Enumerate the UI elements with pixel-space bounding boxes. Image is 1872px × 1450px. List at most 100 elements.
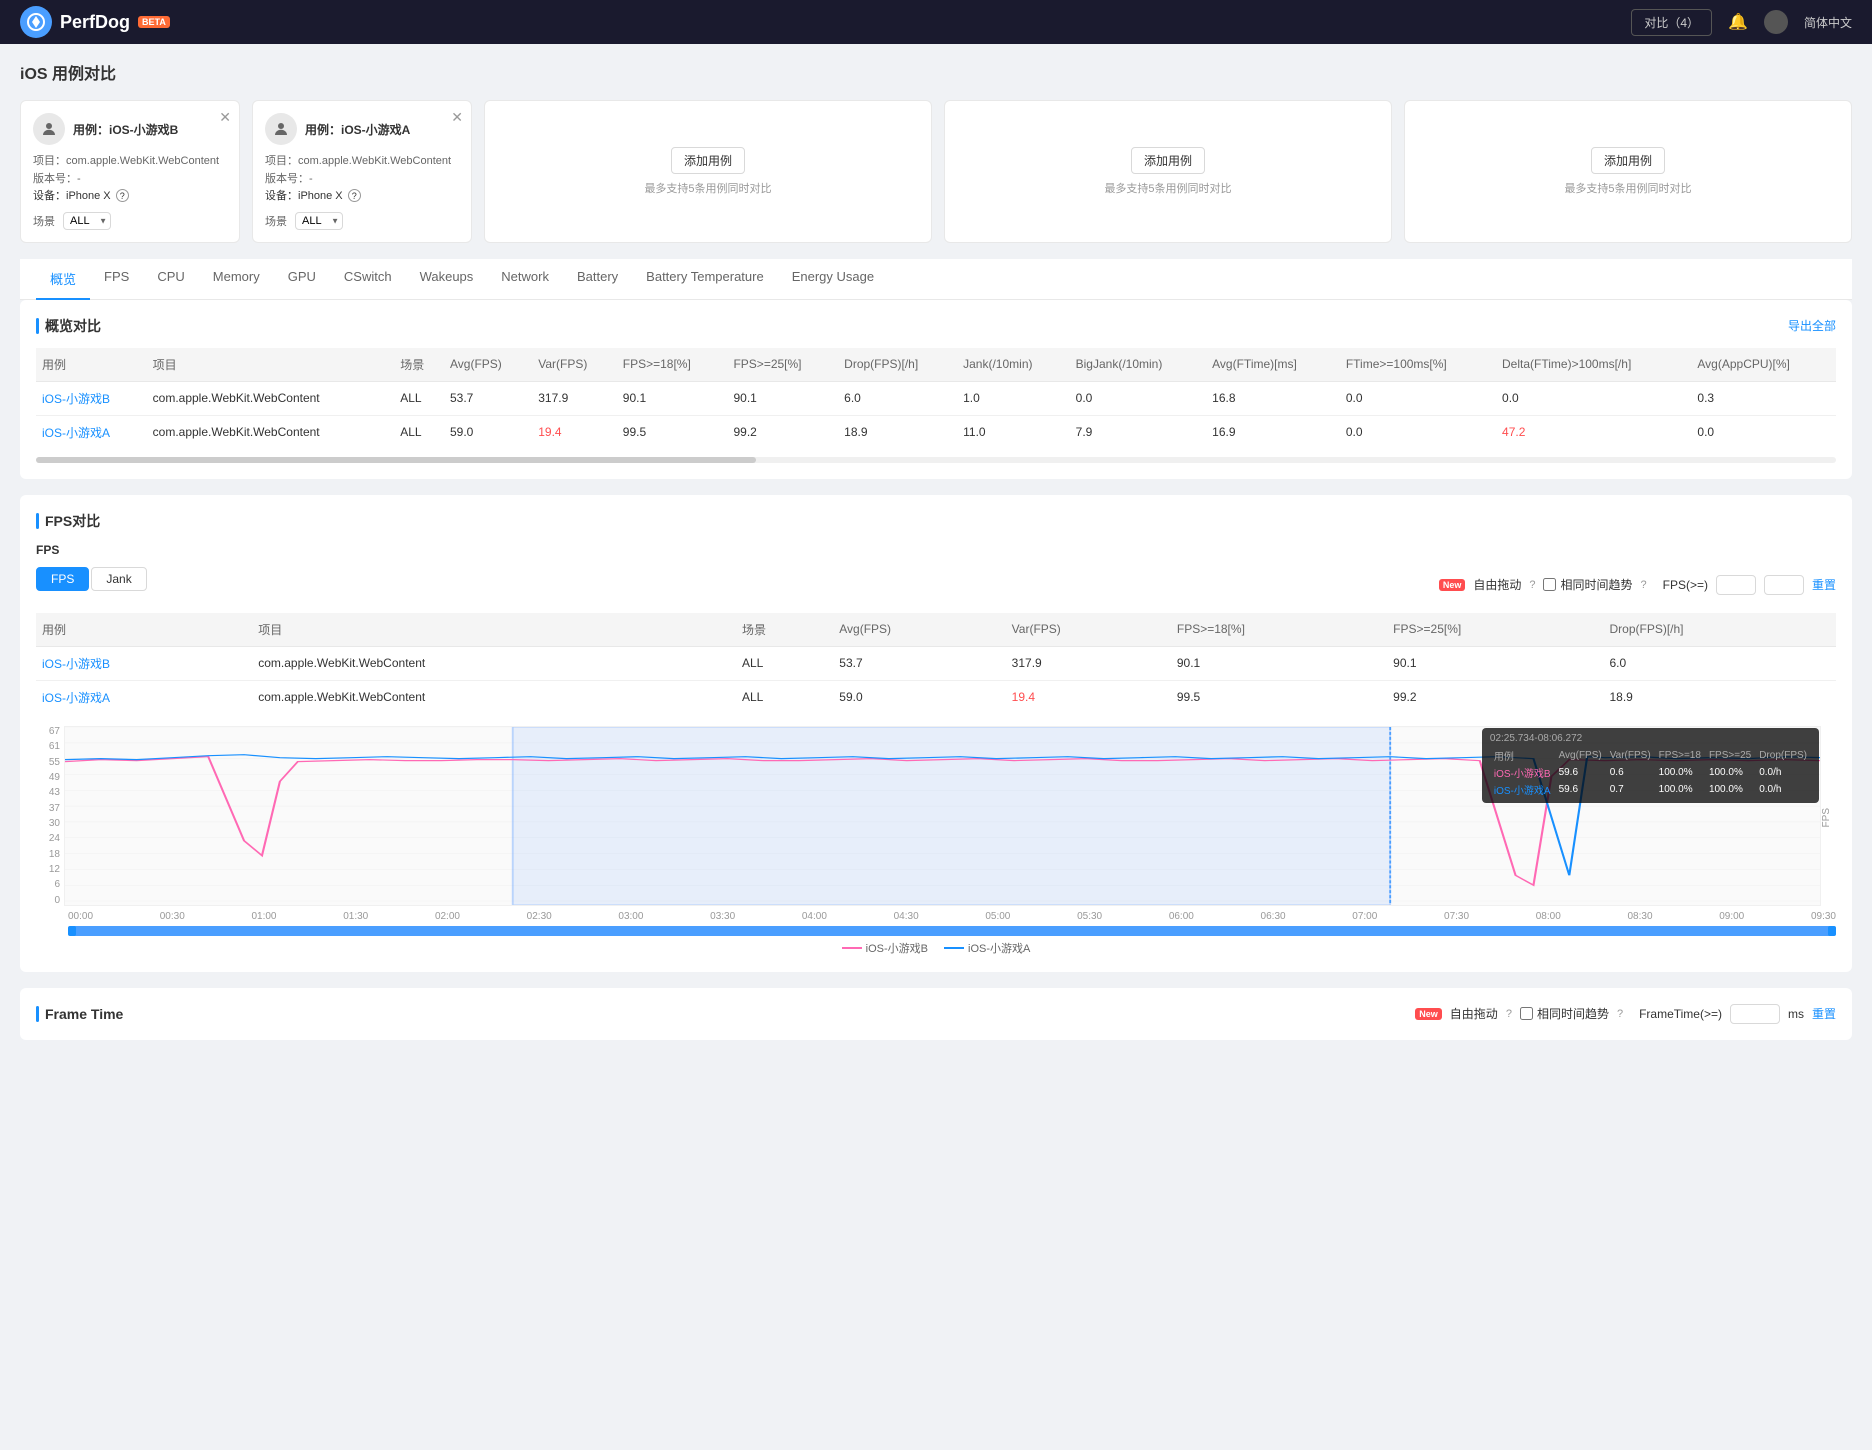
row2-jank: 11.0 (957, 415, 1070, 449)
tab-network[interactable]: Network (487, 259, 563, 300)
fps-section: FPS对比 FPS FPS Jank New 自由拖动 ? 相同时间趋势 ? F… (20, 495, 1852, 972)
scene-select-wrapper-2: ALL (295, 212, 343, 230)
frametime-free-drag-label[interactable]: 自由拖动 (1450, 1005, 1498, 1022)
card-header-1: 用例：iOS-小游戏B (33, 113, 227, 145)
th-fps18: FPS>=18[%] (617, 348, 728, 382)
overview-section-title: 概览对比 (36, 316, 101, 336)
row1-avg-fps: 53.7 (444, 381, 532, 415)
fps-row2-avg-fps: 59.0 (833, 680, 1005, 714)
add-usecase-card-1: 添加用例 最多支持5条用例同时对比 (484, 100, 932, 243)
compare-button[interactable]: 对比（4） (1631, 9, 1712, 36)
device-info-icon-1[interactable]: ? (116, 189, 129, 202)
th-bigjank: BigJank(/10min) (1070, 348, 1207, 382)
chart-svg-wrapper[interactable]: 02:25.734-08:06.272 用例 Avg(FPS) Var(FPS)… (64, 726, 1821, 909)
sub-tab-fps[interactable]: FPS (36, 567, 89, 591)
legend-color-a (944, 947, 964, 949)
device-info-icon-2[interactable]: ? (348, 189, 361, 202)
frametime-free-drag-help[interactable]: ? (1506, 1008, 1512, 1020)
x-axis: 00:00 00:30 01:00 01:30 02:00 02:30 03:0… (36, 911, 1836, 922)
fps-right-controls: New 自由拖动 ? 相同时间趋势 ? FPS(>=) 18 25 重置 (1439, 575, 1836, 595)
tab-cswitch[interactable]: CSwitch (330, 259, 406, 300)
close-card-2[interactable]: ✕ (451, 109, 463, 126)
y-axis-label: FPS (1821, 808, 1836, 827)
row1-scene: ALL (394, 381, 444, 415)
card-project-2: 项目：com.apple.WebKit.WebContent (265, 153, 459, 171)
row2-avg-ftime: 16.9 (1206, 415, 1340, 449)
new-badge: New (1439, 579, 1466, 591)
tab-battery-temp[interactable]: Battery Temperature (632, 259, 778, 300)
fps-row2-scene: ALL (736, 680, 833, 714)
card-icon-2 (265, 113, 297, 145)
frametime-sync-trend-checkbox[interactable] (1520, 1007, 1533, 1020)
fps-val2-input[interactable]: 25 (1764, 575, 1804, 595)
fps-row2-var-fps: 19.4 (1006, 680, 1171, 714)
card-header-2: 用例：iOS-小游戏A (265, 113, 459, 145)
add-usecase-card-2: 添加用例 最多支持5条用例同时对比 (944, 100, 1392, 243)
row1-delta-ftime: 0.0 (1496, 381, 1691, 415)
row1-usecase: iOS-小游戏B (36, 381, 147, 415)
scrollbar-right-handle[interactable] (1828, 926, 1836, 936)
row2-scene: ALL (394, 415, 444, 449)
fps-chart-container: 67 61 55 49 43 37 30 24 18 12 6 0 (36, 726, 1836, 956)
sub-tab-jank[interactable]: Jank (91, 567, 146, 591)
close-card-1[interactable]: ✕ (219, 109, 231, 126)
tab-memory[interactable]: Memory (199, 259, 274, 300)
sync-trend-checkbox-label[interactable]: 相同时间趋势 (1543, 576, 1632, 593)
th-avg-appcpu: Avg(AppCPU)[%] (1691, 348, 1836, 382)
bell-icon[interactable]: 🔔 (1728, 12, 1748, 32)
row1-project: com.apple.WebKit.WebContent (147, 381, 395, 415)
logo-icon (20, 6, 52, 38)
language-button[interactable]: 简体中文 (1804, 14, 1852, 31)
frametime-unit: ms (1788, 1007, 1804, 1021)
row2-project: com.apple.WebKit.WebContent (147, 415, 395, 449)
tab-wakeups[interactable]: Wakeups (406, 259, 488, 300)
add-usecase-card-3: 添加用例 最多支持5条用例同时对比 (1404, 100, 1852, 243)
scene-row-1: 场景 ALL (33, 212, 227, 230)
fps-row2-fps18: 99.5 (1171, 680, 1387, 714)
overview-row-1: iOS-小游戏B com.apple.WebKit.WebContent ALL… (36, 381, 1836, 415)
sync-trend-help[interactable]: ? (1641, 579, 1647, 591)
fps-row2-fps25: 99.2 (1387, 680, 1603, 714)
legend-label-b: iOS-小游戏B (866, 940, 928, 956)
scene-label-2: 场景 (265, 213, 287, 229)
fps-th-usecase: 用例 (36, 613, 252, 647)
fps-reset-button[interactable]: 重置 (1812, 576, 1836, 593)
add-usecase-hint-3: 最多支持5条用例同时对比 (1564, 180, 1691, 196)
tab-overview[interactable]: 概览 (36, 259, 90, 300)
add-usecase-button-1[interactable]: 添加用例 (671, 147, 745, 174)
fps-val1-input[interactable]: 18 (1716, 575, 1756, 595)
free-drag-help[interactable]: ? (1529, 579, 1535, 591)
logo-text: PerfDog (60, 12, 130, 33)
card-version-1: 版本号：- (33, 171, 227, 189)
tab-gpu[interactable]: GPU (274, 259, 330, 300)
row2-fps25: 99.2 (727, 415, 838, 449)
fps-th-drop-fps: Drop(FPS)[/h] (1603, 613, 1836, 647)
legend-item-b: iOS-小游戏B (842, 940, 928, 956)
frametime-new-badge: New (1415, 1008, 1442, 1020)
frametime-reset-button[interactable]: 重置 (1812, 1005, 1836, 1022)
tab-cpu[interactable]: CPU (143, 259, 198, 300)
scene-select-1[interactable]: ALL (63, 212, 111, 230)
frametime-sync-help[interactable]: ? (1617, 1008, 1623, 1020)
frametime-sync-trend-checkbox-label[interactable]: 相同时间趋势 (1520, 1005, 1609, 1022)
th-avg-fps: Avg(FPS) (444, 348, 532, 382)
frametime-controls: New 自由拖动 ? 相同时间趋势 ? FrameTime(>=) 100 ms… (1415, 1004, 1836, 1024)
row1-var-fps: 317.9 (532, 381, 617, 415)
free-drag-label[interactable]: 自由拖动 (1473, 576, 1521, 593)
tab-battery[interactable]: Battery (563, 259, 632, 300)
frametime-val-input[interactable]: 100 (1730, 1004, 1780, 1024)
sync-trend-checkbox[interactable] (1543, 578, 1556, 591)
fps-row-2: iOS-小游戏A com.apple.WebKit.WebContent ALL… (36, 680, 1836, 714)
overview-section-header: 概览对比 导出全部 (36, 316, 1836, 336)
row1-jank: 1.0 (957, 381, 1070, 415)
add-usecase-button-2[interactable]: 添加用例 (1131, 147, 1205, 174)
table-scrollbar[interactable] (36, 457, 1836, 463)
fps-row1-fps25: 90.1 (1387, 646, 1603, 680)
scrollbar-left-handle[interactable] (68, 926, 76, 936)
tab-fps[interactable]: FPS (90, 259, 143, 300)
add-usecase-button-3[interactable]: 添加用例 (1591, 147, 1665, 174)
scene-select-2[interactable]: ALL (295, 212, 343, 230)
tab-energy[interactable]: Energy Usage (778, 259, 888, 300)
export-button[interactable]: 导出全部 (1788, 317, 1836, 334)
main-content: iOS 用例对比 ✕ 用例：iOS-小游戏B 项目：com.apple.WebK… (0, 44, 1872, 1072)
